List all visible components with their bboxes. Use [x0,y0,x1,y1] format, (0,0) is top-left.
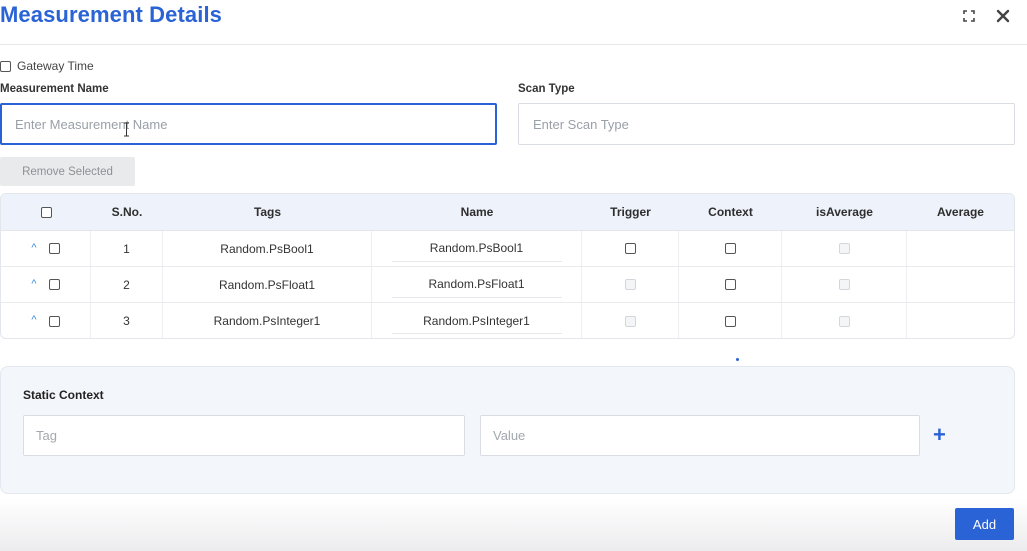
context-checkbox[interactable] [724,243,736,254]
row-average-cell [907,303,1014,338]
dialog-title: Measurement Details [0,2,222,27]
trigger-checkbox[interactable] [624,243,636,254]
table-row: ^ 3 Random.PsInteger1 Random.PsInteger1 [1,303,1014,338]
row-isaverage-cell [782,303,907,338]
measurement-name-input[interactable]: Enter Measurement Name [0,103,497,145]
row-trigger-cell [582,231,679,266]
header-sno: S.No. [111,205,143,219]
row-tag: Random.PsInteger1 [163,303,372,338]
row-tag: Random.PsFloat1 [163,267,372,302]
measurement-name-placeholder: Enter Measurement Name [15,116,168,132]
scan-type-label: Scan Type [518,83,575,95]
close-icon[interactable] [993,6,1013,26]
row-average-cell [907,231,1014,266]
header-tags: Tags [253,205,282,219]
scan-type-input[interactable]: Enter Scan Type [518,103,1015,145]
decorative-dot [736,358,739,361]
trigger-checkbox [624,279,636,290]
row-isaverage-cell [782,267,907,302]
scan-type-placeholder: Enter Scan Type [533,116,629,132]
dialog-controls [959,6,1013,26]
context-checkbox[interactable] [724,315,736,327]
gateway-time-label: Gateway Time [17,59,94,73]
row-sno: 2 [91,267,163,302]
title-divider [0,44,1027,45]
row-sno: 3 [91,303,163,338]
select-all-cell [1,194,91,230]
plus-icon[interactable]: + [933,424,946,446]
measurement-name-label: Measurement Name [0,83,109,95]
row-context-cell [679,303,782,338]
static-context-panel: Static Context Tag Value + [0,366,1015,494]
row-trigger-cell [582,267,679,302]
static-value-placeholder: Value [493,428,526,443]
expand-icon[interactable] [959,6,979,26]
static-context-title: Static Context [23,388,104,402]
row-name-cell: Random.PsInteger1 [372,303,582,338]
row-tag: Random.PsBool1 [163,231,372,266]
row-name-cell: Random.PsBool1 [372,231,582,266]
select-all-checkbox[interactable] [40,206,52,218]
dialog-footer [0,498,1027,551]
table-row: ^ 2 Random.PsFloat1 Random.PsFloat1 [1,267,1014,303]
row-select-checkbox[interactable] [48,315,60,327]
gateway-time-option[interactable]: Gateway Time [0,59,94,73]
tags-table: S.No. Tags Name Trigger Context isAverag… [0,193,1015,339]
remove-selected-button[interactable]: Remove Selected [0,157,135,186]
chevron-up-icon[interactable]: ^ [31,242,36,254]
row-average-cell [907,267,1014,302]
row-controls: ^ [1,303,91,338]
row-name-input[interactable]: Random.PsBool1 [391,236,562,262]
static-tag-placeholder: Tag [36,428,57,443]
trigger-checkbox [624,315,636,327]
chevron-up-icon[interactable]: ^ [31,314,36,326]
row-context-cell [679,267,782,302]
table-header: S.No. Tags Name Trigger Context isAverag… [1,194,1014,231]
row-sno: 1 [91,231,163,266]
header-trigger: Trigger [610,205,651,219]
table-row: ^ 1 Random.PsBool1 Random.PsBool1 [1,231,1014,267]
isaverage-checkbox [838,279,850,290]
static-value-input[interactable]: Value [480,415,920,456]
row-select-checkbox[interactable] [48,279,60,290]
row-controls: ^ [1,231,91,266]
isaverage-checkbox [838,315,850,327]
text-cursor-icon [124,122,129,137]
row-select-checkbox[interactable] [48,243,60,254]
chevron-up-icon[interactable]: ^ [31,278,36,290]
row-trigger-cell [582,303,679,338]
row-name-input[interactable]: Random.PsFloat1 [391,272,562,298]
row-controls: ^ [1,267,91,302]
header-average: Average [937,205,984,219]
header-name: Name [460,205,494,219]
row-name-input[interactable]: Random.PsInteger1 [391,308,562,334]
row-isaverage-cell [782,231,907,266]
header-isaverage: isAverage [816,205,873,219]
row-context-cell [679,231,782,266]
row-name-cell: Random.PsFloat1 [372,267,582,302]
header-context: Context [708,205,753,219]
gateway-time-checkbox[interactable] [0,60,11,72]
add-button[interactable]: Add [955,508,1014,540]
static-tag-input[interactable]: Tag [23,415,465,456]
isaverage-checkbox [838,243,850,254]
context-checkbox[interactable] [724,279,736,290]
